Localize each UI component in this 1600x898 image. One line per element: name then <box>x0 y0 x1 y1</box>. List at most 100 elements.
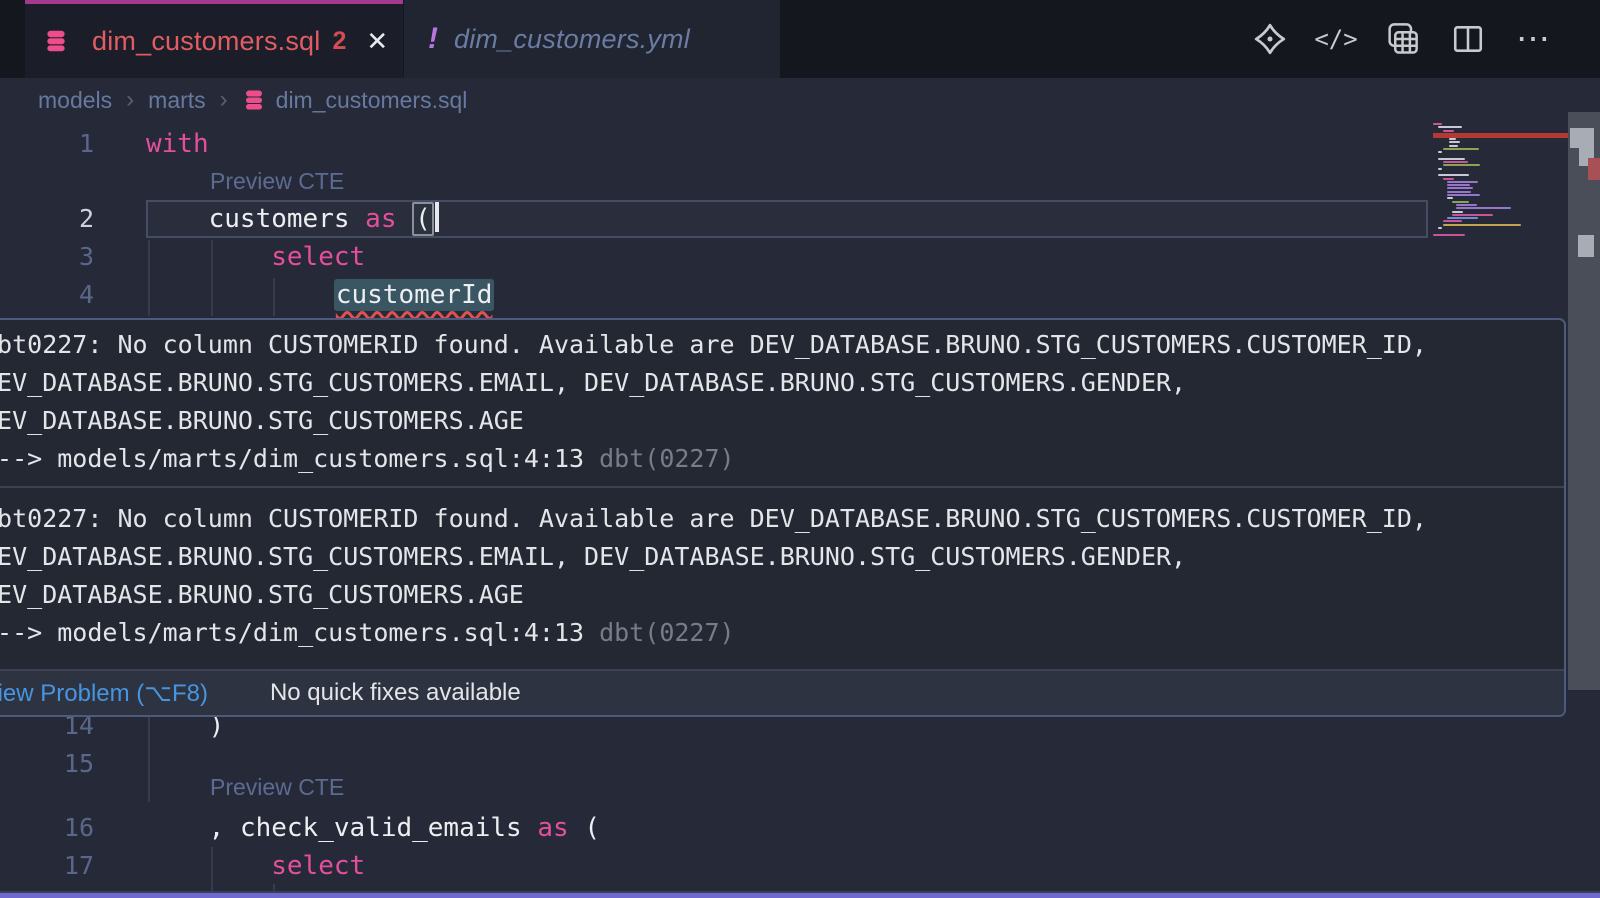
indent-guide <box>148 240 150 316</box>
code-line-2[interactable]: customers as ( <box>146 200 439 238</box>
line-number: 3 <box>34 238 94 276</box>
minimap-code-line <box>1443 220 1462 222</box>
code-token <box>146 242 271 272</box>
chevron-right-icon: › <box>220 86 228 114</box>
breadcrumb-item-models[interactable]: models <box>38 87 112 114</box>
line-number: 1 <box>34 125 94 163</box>
minimap-code-line <box>1449 138 1456 140</box>
error-message-line: DEV_DATABASE.BRUNO.STG_CUSTOMERS.AGE <box>0 402 1564 440</box>
error-code[interactable]: dbt(0227) <box>584 444 735 473</box>
code-token: as <box>365 204 396 234</box>
dbt-icon[interactable] <box>1252 21 1288 57</box>
error-code[interactable]: dbt(0227) <box>584 618 735 647</box>
code-line-1[interactable]: with <box>146 125 209 163</box>
minimap-code-line <box>1452 214 1493 216</box>
editor-actions: </> ⋯ <box>1252 0 1600 78</box>
indent-guide <box>148 717 150 802</box>
error-message-line: DEV_DATABASE.BRUNO.STG_CUSTOMERS.EMAIL, … <box>0 364 1564 402</box>
breadcrumb-item-marts[interactable]: marts <box>148 87 206 114</box>
minimap-code-line <box>1447 191 1471 193</box>
error-message-block: dbt0227: No column CUSTOMERID found. Ava… <box>0 494 1564 658</box>
error-message-line: dbt0227: No column CUSTOMERID found. Ava… <box>0 500 1564 538</box>
minimap-code-line <box>1438 168 1442 170</box>
overview-ruler-marker <box>1570 128 1594 148</box>
chevron-right-icon: › <box>126 86 134 114</box>
tab-label: dim_customers.sql <box>92 26 320 57</box>
line-number: 2 <box>34 200 94 238</box>
code-token <box>396 204 412 234</box>
minimap-code-line <box>1443 148 1479 150</box>
minimap-code-line <box>1447 187 1473 189</box>
show-source-icon[interactable]: </> <box>1318 21 1354 57</box>
error-location: --> models/marts/dim_customers.sql:4:13 <box>0 444 584 473</box>
minimap-code-line <box>1456 207 1511 209</box>
overview-ruler-marker <box>1578 235 1594 257</box>
minimap-code-line <box>1438 174 1469 176</box>
breadcrumb-item-file[interactable]: dim_customers.sql <box>276 87 468 114</box>
code-token <box>146 851 271 881</box>
code-token <box>146 280 334 310</box>
tab-bar: dim_customers.sql 2 ✕ ! dim_customers.ym… <box>0 0 1600 78</box>
quick-fix-note: No quick fixes available <box>270 679 521 707</box>
more-actions-icon[interactable]: ⋯ <box>1516 21 1552 57</box>
tab-dim-customers-sql[interactable]: dim_customers.sql 2 ✕ <box>25 0 403 78</box>
minimap-code-line <box>1433 123 1442 125</box>
tab-label: dim_customers.yml <box>454 24 690 55</box>
overview-ruler-marker <box>1588 158 1600 180</box>
text-cursor <box>435 202 439 232</box>
error-location: --> models/marts/dim_customers.sql:4:13 <box>0 618 584 647</box>
code-token: customers <box>209 204 366 234</box>
error-location-line: --> models/marts/dim_customers.sql:4:13 … <box>0 440 1564 478</box>
database-icon <box>242 88 266 112</box>
panel-border-line <box>0 891 1600 898</box>
minimap-code-line <box>1443 164 1480 166</box>
close-tab-icon[interactable]: ✕ <box>366 26 388 57</box>
query-results-icon[interactable] <box>1384 21 1420 57</box>
minimap-code-line <box>1438 151 1442 153</box>
error-location-line: --> models/marts/dim_customers.sql:4:13 … <box>0 614 1564 652</box>
minimap-code-line <box>1449 145 1458 147</box>
warning-icon: ! <box>428 22 438 56</box>
error-message-line: dbt0227: No column CUSTOMERID found. Ava… <box>0 326 1564 364</box>
codelens-preview-cte[interactable]: Preview CTE <box>210 772 344 802</box>
indent-guide <box>273 278 275 316</box>
line-number: 17 <box>34 847 94 885</box>
code-line-16[interactable]: , check_valid_emails as ( <box>146 809 600 847</box>
minimap-code-line <box>1447 194 1480 196</box>
message-divider <box>0 486 1564 488</box>
error-hover-panel: dbt0227: No column CUSTOMERID found. Ava… <box>0 318 1566 717</box>
database-icon <box>43 28 69 54</box>
code-line-17[interactable]: select <box>146 847 365 885</box>
code-token: with <box>146 129 209 159</box>
minimap-code-line <box>1438 158 1465 160</box>
tab-dim-customers-yml[interactable]: ! dim_customers.yml <box>403 0 780 78</box>
code-token: ( <box>569 813 600 843</box>
line-number: 16 <box>34 809 94 847</box>
line-number: 4 <box>34 276 94 314</box>
code-token: as <box>537 813 568 843</box>
error-message-line: DEV_DATABASE.BRUNO.STG_CUSTOMERS.AGE <box>0 576 1564 614</box>
minimap-code-line <box>1447 184 1470 186</box>
problems-count-badge: 2 <box>332 27 346 56</box>
breadcrumb: models › marts › dim_customers.sql <box>0 78 1600 122</box>
code-token <box>146 813 209 843</box>
indent-guide <box>211 240 213 316</box>
code-token: check_valid_emails <box>240 813 537 843</box>
minimap-code-line <box>1438 227 1442 229</box>
scrollbar-thumb[interactable] <box>1568 112 1600 690</box>
minimap-code-line <box>1433 234 1465 236</box>
view-problem-link[interactable]: View Problem (⌥F8) <box>0 679 208 708</box>
minimap-code-line <box>1447 217 1478 219</box>
minimap-code-line <box>1443 161 1468 163</box>
code-token: select <box>271 242 365 272</box>
minimap-code-line <box>1447 197 1453 199</box>
code-line-4[interactable]: customerId <box>146 276 494 314</box>
code-token: , <box>209 813 240 843</box>
split-editor-icon[interactable] <box>1450 21 1486 57</box>
minimap[interactable] <box>1433 118 1568 278</box>
minimap-code-line <box>1443 130 1454 132</box>
code-token: select <box>271 851 365 881</box>
codelens-preview-cte[interactable]: Preview CTE <box>210 166 344 196</box>
minimap-code-line <box>1452 201 1469 203</box>
code-line-3[interactable]: select <box>146 238 365 276</box>
